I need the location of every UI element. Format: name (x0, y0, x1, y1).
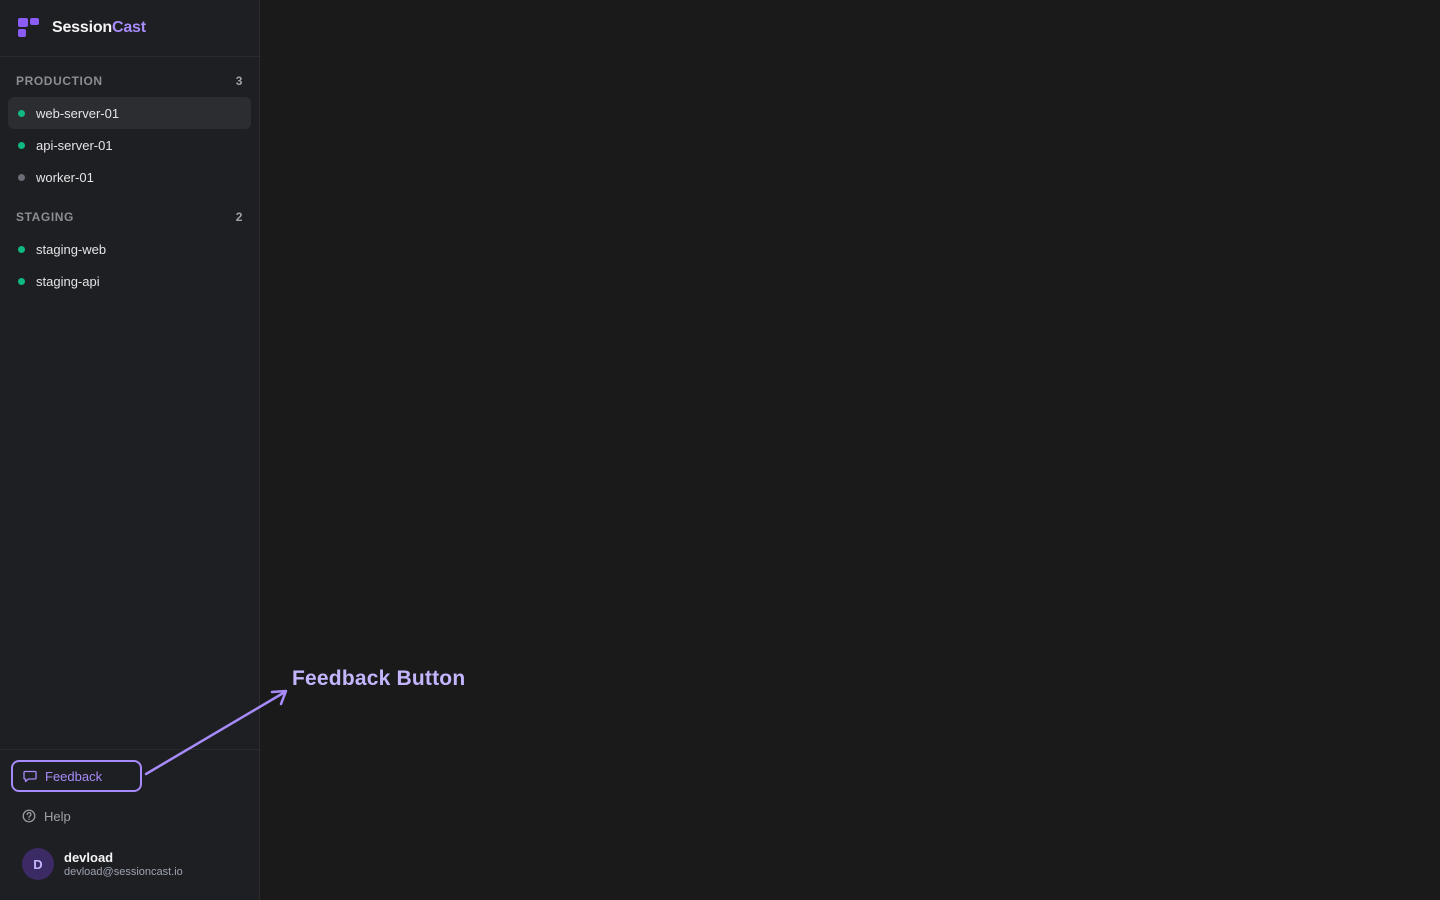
user-name: devload (64, 849, 114, 865)
message-square-icon (23, 770, 37, 783)
help-button[interactable]: Help (11, 802, 142, 830)
sidebar-footer: Feedback Help D devload devload@sessionc… (0, 749, 259, 900)
status-dot-icon (18, 141, 25, 149)
feedback-button[interactable]: Feedback (11, 760, 142, 792)
help-circle-icon (22, 809, 36, 823)
group-count-badge: 3 (235, 74, 243, 88)
sidebar-item-label: web-server-01 (36, 105, 120, 121)
group-title: STAGING (16, 210, 74, 224)
group-header[interactable]: PRODUCTION 3 (8, 71, 251, 91)
sidebar-item-label: api-server-01 (36, 137, 113, 153)
brand-name-part1: Session (52, 19, 112, 36)
avatar: D (22, 848, 54, 880)
status-dot-icon (18, 277, 25, 285)
sidebar-item-label: staging-web (36, 241, 107, 257)
help-label: Help (44, 808, 71, 824)
brand-header[interactable]: SessionCast (0, 0, 259, 57)
feedback-label: Feedback (45, 768, 103, 784)
sidebar-item-web-server-01[interactable]: web-server-01 (8, 97, 251, 129)
app-window: SessionCast PRODUCTION 3 web-server-01 a… (0, 0, 1440, 900)
status-dot-icon (18, 245, 25, 253)
sidebar-item-worker-01[interactable]: worker-01 (8, 161, 251, 193)
sidebar-item-staging-web[interactable]: staging-web (8, 233, 251, 265)
annotation-label: Feedback Button (292, 667, 466, 690)
brand-name: SessionCast (52, 19, 146, 37)
group-production: PRODUCTION 3 web-server-01 api-server-01… (0, 71, 259, 193)
main-content-area (260, 0, 1440, 900)
group-header[interactable]: STAGING 2 (8, 207, 251, 227)
brand-name-part2: Cast (111, 19, 146, 36)
sidebar-item-label: worker-01 (36, 169, 94, 185)
sidebar-item-api-server-01[interactable]: api-server-01 (8, 129, 251, 161)
sidebar-item-label: staging-api (36, 273, 100, 289)
sidebar-item-staging-api[interactable]: staging-api (8, 265, 251, 297)
group-staging: STAGING 2 staging-web staging-api (0, 207, 259, 297)
status-dot-icon (18, 173, 25, 181)
sidebar: SessionCast PRODUCTION 3 web-server-01 a… (0, 0, 260, 900)
user-profile[interactable]: D devload devload@sessioncast.io (22, 848, 183, 880)
group-count-badge: 2 (235, 210, 243, 224)
user-info: devload devload@sessioncast.io (64, 850, 183, 879)
user-email: devload@sessioncast.io (64, 865, 183, 878)
grid-logo-icon (18, 18, 40, 38)
group-title: PRODUCTION (16, 74, 103, 88)
status-dot-icon (18, 109, 25, 117)
